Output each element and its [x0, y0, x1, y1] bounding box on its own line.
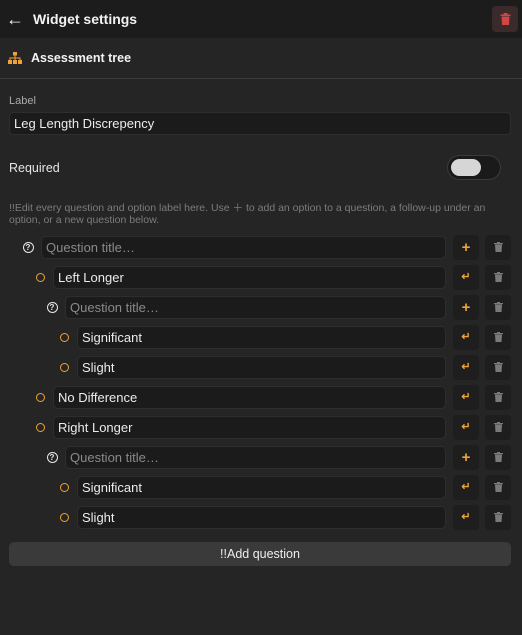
delete-row-button[interactable]	[485, 415, 511, 440]
add-follow-up-button[interactable]: ↵	[453, 415, 479, 440]
delete-row-button[interactable]	[485, 325, 511, 350]
option-label-input[interactable]	[77, 476, 446, 499]
add-follow-up-button[interactable]: ↵	[453, 325, 479, 350]
arrow-left-icon: ←	[6, 8, 24, 29]
delete-row-button[interactable]	[485, 445, 511, 470]
question-row: ?+	[0, 445, 522, 470]
trash-icon	[493, 419, 503, 437]
question-title-input[interactable]	[65, 446, 446, 469]
question-row: ?+	[0, 295, 522, 320]
question-row: ?+	[0, 235, 522, 260]
option-label-input[interactable]	[53, 386, 446, 409]
option-icon	[32, 386, 48, 409]
required-label: Required	[9, 161, 60, 175]
help-text: !!Edit every question and option label h…	[9, 202, 486, 226]
toggle-knob	[451, 159, 481, 176]
option-row: ↵	[0, 415, 522, 440]
option-icon	[56, 326, 72, 349]
trash-icon	[493, 509, 503, 527]
trash-icon	[493, 359, 503, 377]
option-row: ↵	[0, 265, 522, 290]
delete-row-button[interactable]	[485, 355, 511, 380]
add-question-button[interactable]: !!Add question	[9, 542, 511, 566]
delete-row-button[interactable]	[485, 475, 511, 500]
subdirectory-arrow-icon: ↵	[461, 481, 471, 493]
required-toggle[interactable]	[447, 155, 501, 180]
subdirectory-arrow-icon: ↵	[461, 391, 471, 403]
subdirectory-arrow-icon: ↵	[461, 331, 471, 343]
add-option-button[interactable]: +	[453, 235, 479, 260]
trash-icon	[493, 299, 503, 317]
delete-row-button[interactable]	[485, 505, 511, 530]
add-follow-up-button[interactable]: ↵	[453, 475, 479, 500]
option-icon	[56, 356, 72, 379]
question-icon: ?	[20, 236, 36, 259]
page-title: Widget settings	[33, 11, 138, 27]
add-follow-up-button[interactable]: ↵	[453, 355, 479, 380]
trash-icon	[493, 329, 503, 347]
question-title-input[interactable]	[65, 296, 446, 319]
subdirectory-arrow-icon: ↵	[461, 421, 471, 433]
trash-icon	[493, 389, 503, 407]
trash-icon	[493, 239, 503, 257]
option-row: ↵	[0, 505, 522, 530]
option-label-input[interactable]	[53, 416, 446, 439]
option-label-input[interactable]	[53, 266, 446, 289]
question-icon: ?	[44, 296, 60, 319]
plus-icon: +	[461, 239, 471, 256]
label-input[interactable]	[9, 112, 511, 135]
back-button[interactable]: ←	[0, 0, 30, 38]
trash-icon	[493, 479, 503, 497]
add-follow-up-button[interactable]: ↵	[453, 385, 479, 410]
option-row: ↵	[0, 385, 522, 410]
question-icon: ?	[44, 446, 60, 469]
delete-row-button[interactable]	[485, 295, 511, 320]
label-field-label: Label	[9, 95, 36, 107]
trash-icon	[500, 13, 510, 25]
option-row: ↵	[0, 325, 522, 350]
question-title-input[interactable]	[41, 236, 446, 259]
add-follow-up-button[interactable]: ↵	[453, 505, 479, 530]
option-icon	[32, 416, 48, 439]
trash-icon	[493, 269, 503, 287]
option-row: ↵	[0, 355, 522, 380]
plus-icon: +	[461, 299, 471, 316]
delete-row-button[interactable]	[485, 385, 511, 410]
tree-icon	[8, 52, 22, 64]
subdirectory-arrow-icon: ↵	[461, 511, 471, 523]
delete-row-button[interactable]	[485, 265, 511, 290]
delete-widget-button[interactable]	[492, 6, 518, 32]
add-option-button[interactable]: +	[453, 295, 479, 320]
option-row: ↵	[0, 475, 522, 500]
header-bar: ← Widget settings	[0, 0, 522, 38]
section-title: Assessment tree	[31, 51, 132, 65]
delete-row-button[interactable]	[485, 235, 511, 260]
subdirectory-arrow-icon: ↵	[461, 271, 471, 283]
section-header: Assessment tree	[0, 38, 522, 79]
option-label-input[interactable]	[77, 356, 446, 379]
trash-icon	[493, 449, 503, 467]
option-label-input[interactable]	[77, 326, 446, 349]
option-icon	[56, 476, 72, 499]
option-icon	[32, 266, 48, 289]
option-label-input[interactable]	[77, 506, 446, 529]
subdirectory-arrow-icon: ↵	[461, 361, 471, 373]
add-follow-up-button[interactable]: ↵	[453, 265, 479, 290]
add-option-button[interactable]: +	[453, 445, 479, 470]
option-icon	[56, 506, 72, 529]
plus-icon: +	[461, 449, 471, 466]
